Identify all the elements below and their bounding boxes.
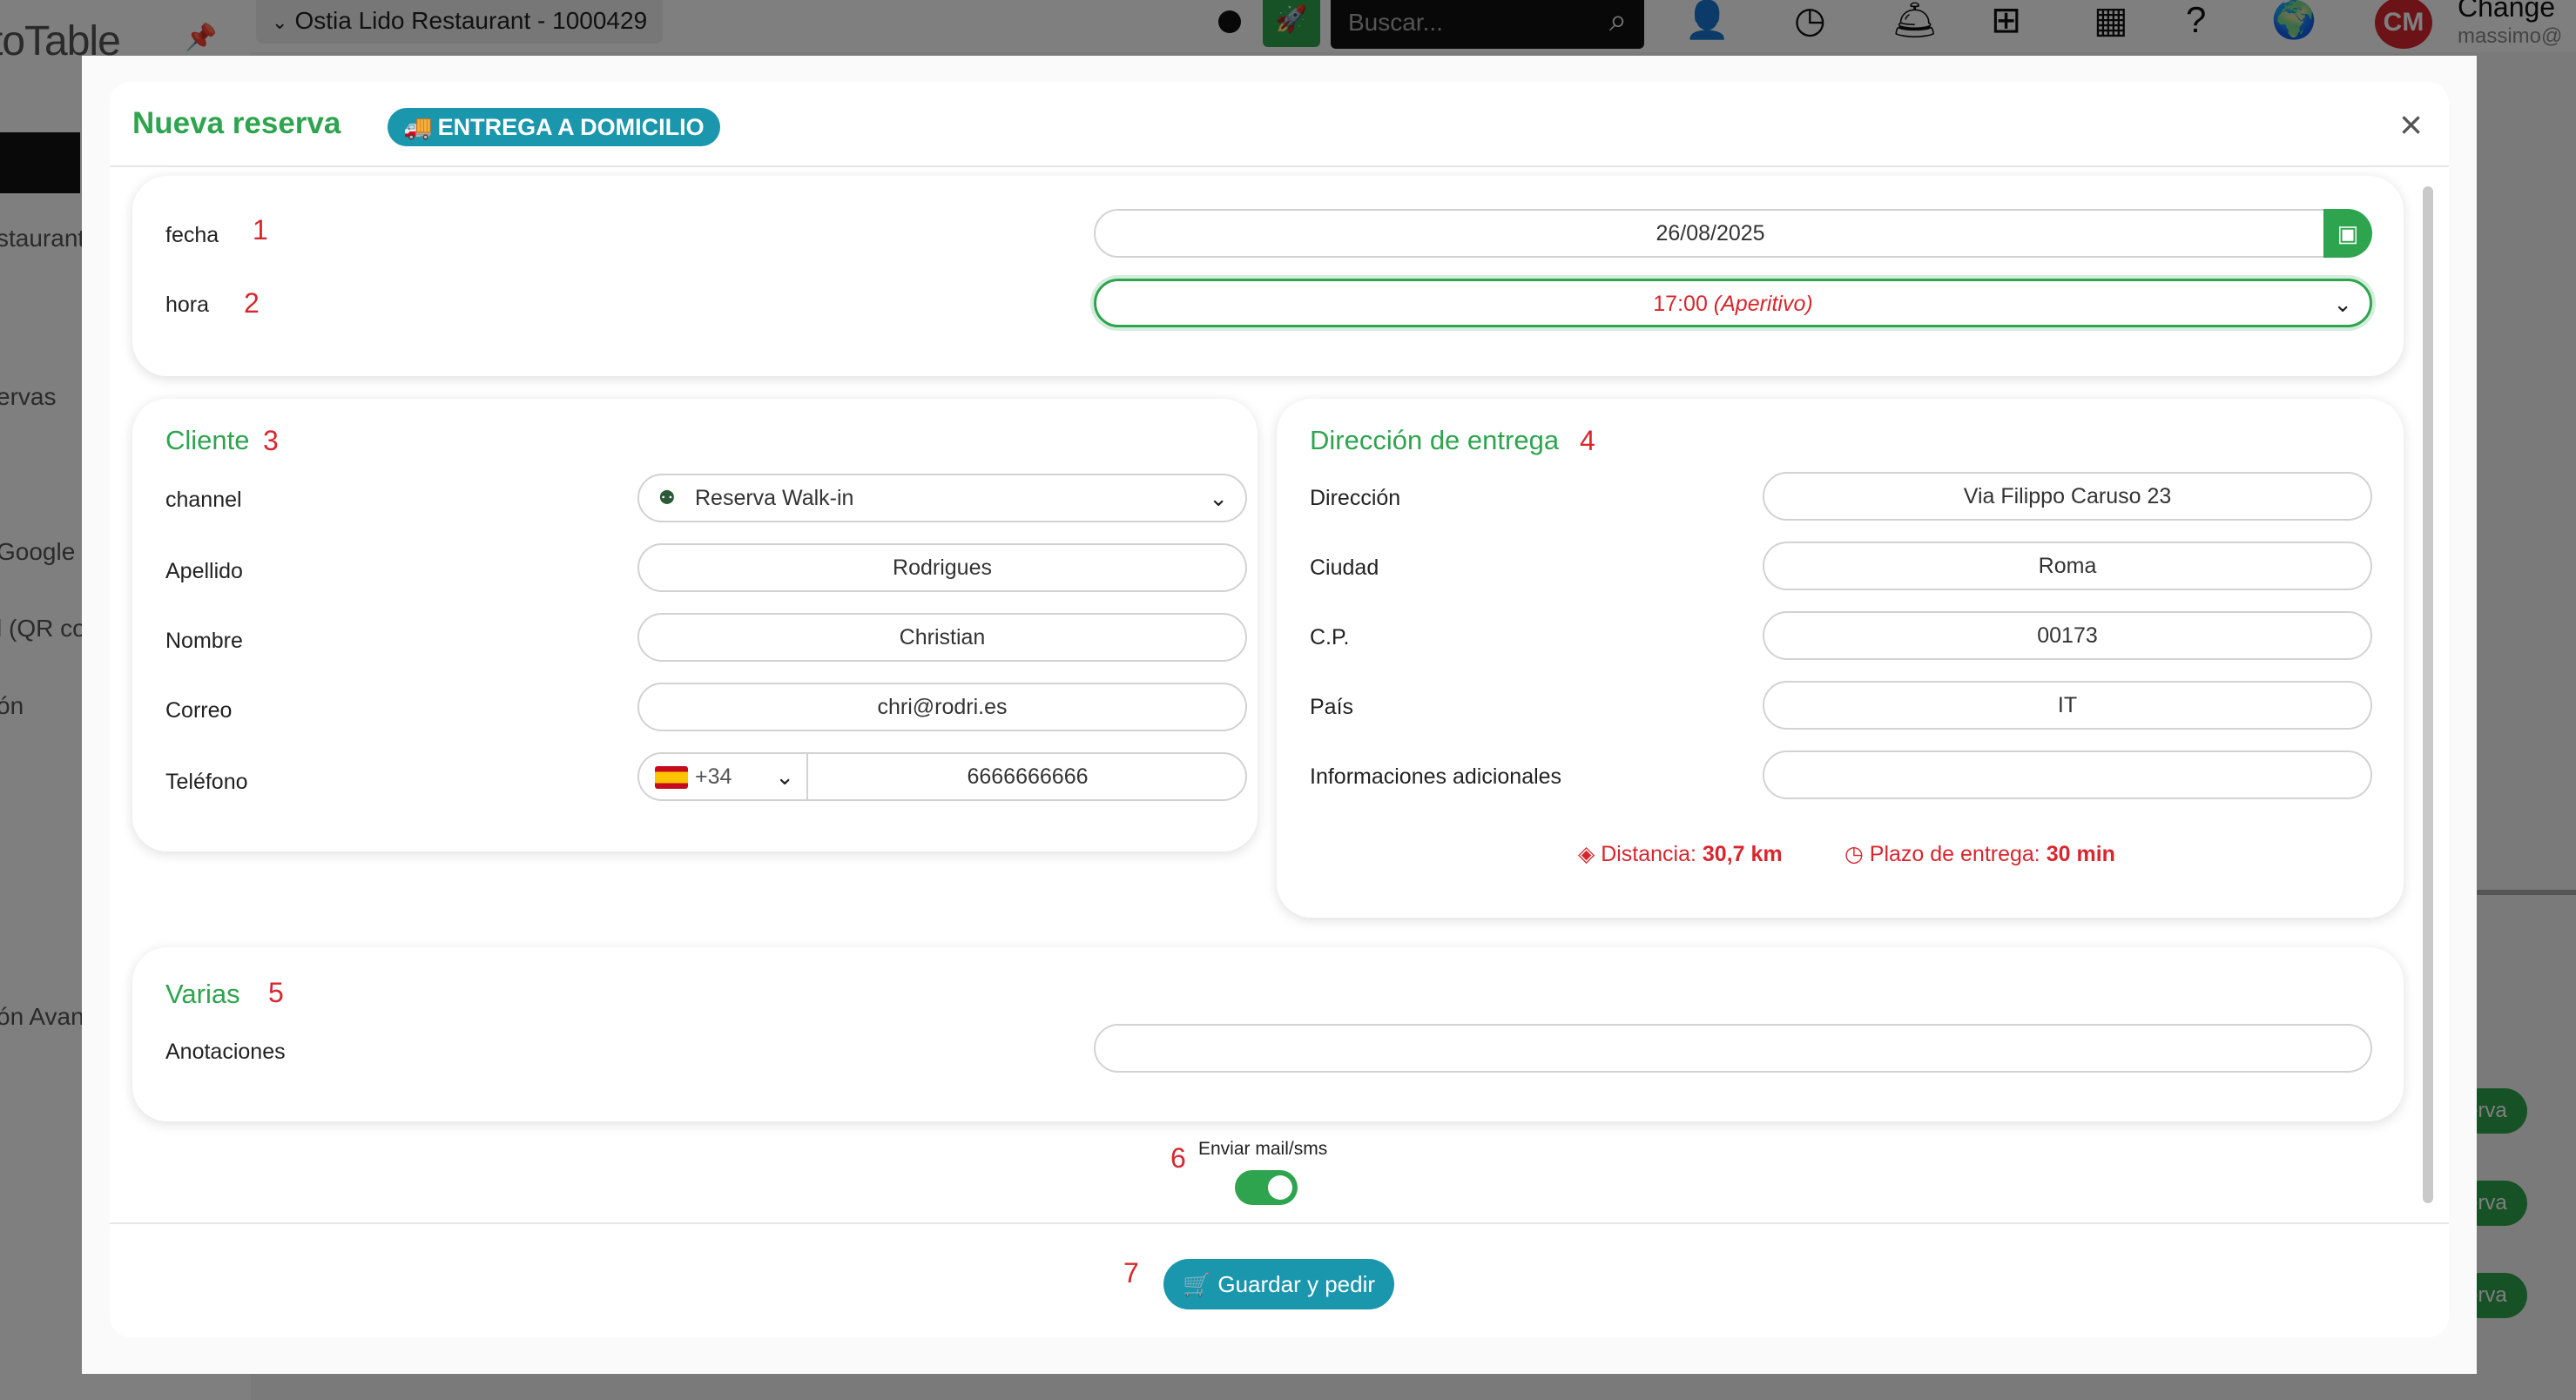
step-number: 4 — [1580, 425, 1595, 456]
additional-info-field[interactable] — [1763, 750, 2372, 799]
save-label: Guardar y pedir — [1217, 1271, 1376, 1297]
channel-select[interactable]: ⚉ Reserva Walk-in ⌄ — [637, 474, 1247, 522]
scrollbar[interactable] — [2423, 186, 2433, 1203]
notes-label: Anotaciones — [165, 1040, 286, 1064]
delivery-address-card: Dirección de entrega 4 Dirección Via Fil… — [1277, 399, 2404, 918]
client-title: Cliente — [165, 425, 250, 455]
truck-icon: 🚚 — [403, 114, 433, 140]
misc-card: Varias 5 Anotaciones — [132, 947, 2404, 1121]
chevron-down-icon: ⌄ — [2333, 291, 2352, 317]
delivery-time-info: ◷ Plazo de entrega: 30 min — [1844, 841, 2115, 867]
walk-in-icon: ⚉ — [658, 487, 676, 508]
notify-toggle[interactable] — [1235, 1170, 1298, 1205]
step-number: 3 — [263, 425, 279, 456]
modal-footer: 7 🛒 Guardar y pedir — [110, 1222, 2449, 1337]
modal-title: Nueva reserva — [132, 106, 341, 140]
client-card: Cliente 3 channel ⚉ Reserva Walk-in ⌄ Ap… — [132, 399, 1258, 851]
channel-value: Reserva Walk-in — [695, 486, 854, 510]
modal-header: Nueva reserva 🚚 ENTREGA A DOMICILIO × — [110, 82, 2449, 167]
correo-label: Correo — [165, 698, 233, 723]
phone-input[interactable]: 6666666666 — [810, 754, 1245, 799]
modal-body: fecha 1 26/08/2025 ▣ hora 2 17:00 (Aperi… — [110, 169, 2449, 1221]
postal-code-field[interactable]: 00173 — [1763, 611, 2372, 660]
date-time-card: fecha 1 26/08/2025 ▣ hora 2 17:00 (Aperi… — [132, 176, 2404, 376]
chevron-down-icon: ⌄ — [775, 764, 794, 790]
apellido-field[interactable]: Rodrigues — [637, 543, 1247, 592]
hour-time: 17:00 — [1653, 292, 1708, 316]
distance-label: Distancia: — [1601, 842, 1696, 866]
step-number: 2 — [244, 287, 260, 319]
telefono-label: Teléfono — [165, 770, 248, 794]
address-field[interactable]: Via Filippo Caruso 23 — [1763, 472, 2372, 521]
apellido-label: Apellido — [165, 559, 243, 583]
hora-label: hora — [165, 293, 210, 317]
delivery-time-label: Plazo de entrega: — [1869, 842, 2040, 866]
delivery-title: Dirección de entrega — [1310, 425, 1560, 455]
calendar-icon[interactable]: ▣ — [2323, 209, 2372, 258]
distance-info: ◈ Distancia: 30,7 km — [1578, 841, 1783, 867]
hour-select[interactable]: 17:00 (Aperitivo) ⌄ — [1094, 279, 2372, 327]
hour-note: (Aperitivo) — [1713, 292, 1813, 316]
phone-prefix-value: +34 — [695, 764, 732, 789]
step-number: 5 — [268, 977, 284, 1008]
clock-icon: ◷ — [1844, 842, 1864, 866]
step-number: 1 — [253, 214, 268, 246]
additional-info-label: Informaciones adicionales — [1310, 764, 1562, 789]
spain-flag-icon — [655, 766, 688, 790]
cp-label: C.P. — [1310, 625, 1350, 650]
email-field[interactable]: chri@rodri.es — [637, 683, 1247, 731]
route-icon: ◈ — [1578, 842, 1595, 866]
close-icon[interactable]: × — [2399, 101, 2423, 148]
channel-label: channel — [165, 488, 242, 512]
pais-label: País — [1310, 695, 1354, 719]
notes-field[interactable] — [1094, 1024, 2372, 1073]
phone-prefix-select[interactable]: +34 ⌄ — [639, 754, 808, 799]
step-number: 7 — [1123, 1257, 1139, 1289]
distance-value: 30,7 km — [1702, 842, 1783, 866]
chevron-down-icon: ⌄ — [1209, 485, 1228, 511]
ciudad-label: Ciudad — [1310, 555, 1379, 580]
cart-icon: 🛒 — [1183, 1271, 1211, 1297]
direccion-label: Dirección — [1310, 486, 1401, 510]
delivery-badge: 🚚 ENTREGA A DOMICILIO — [388, 108, 720, 146]
toggle-knob — [1268, 1175, 1292, 1200]
step-number: 6 — [1170, 1142, 1186, 1174]
delivery-time-value: 30 min — [2046, 842, 2115, 866]
reservation-modal: Nueva reserva 🚚 ENTREGA A DOMICILIO × fec… — [110, 82, 2449, 1337]
misc-title: Varias — [165, 979, 240, 1009]
country-field[interactable]: IT — [1763, 681, 2372, 730]
date-field[interactable]: 26/08/2025 — [1094, 209, 2327, 258]
fecha-label: fecha — [165, 223, 219, 247]
badge-label: ENTREGA A DOMICILIO — [437, 114, 705, 140]
notify-label: Enviar mail/sms — [1198, 1139, 1328, 1159]
city-field[interactable]: Roma — [1763, 542, 2372, 590]
save-and-order-button[interactable]: 🛒 Guardar y pedir — [1163, 1259, 1395, 1309]
phone-field: +34 ⌄ 6666666666 — [637, 752, 1247, 801]
nombre-label: Nombre — [165, 629, 243, 653]
nombre-field[interactable]: Christian — [637, 613, 1247, 662]
